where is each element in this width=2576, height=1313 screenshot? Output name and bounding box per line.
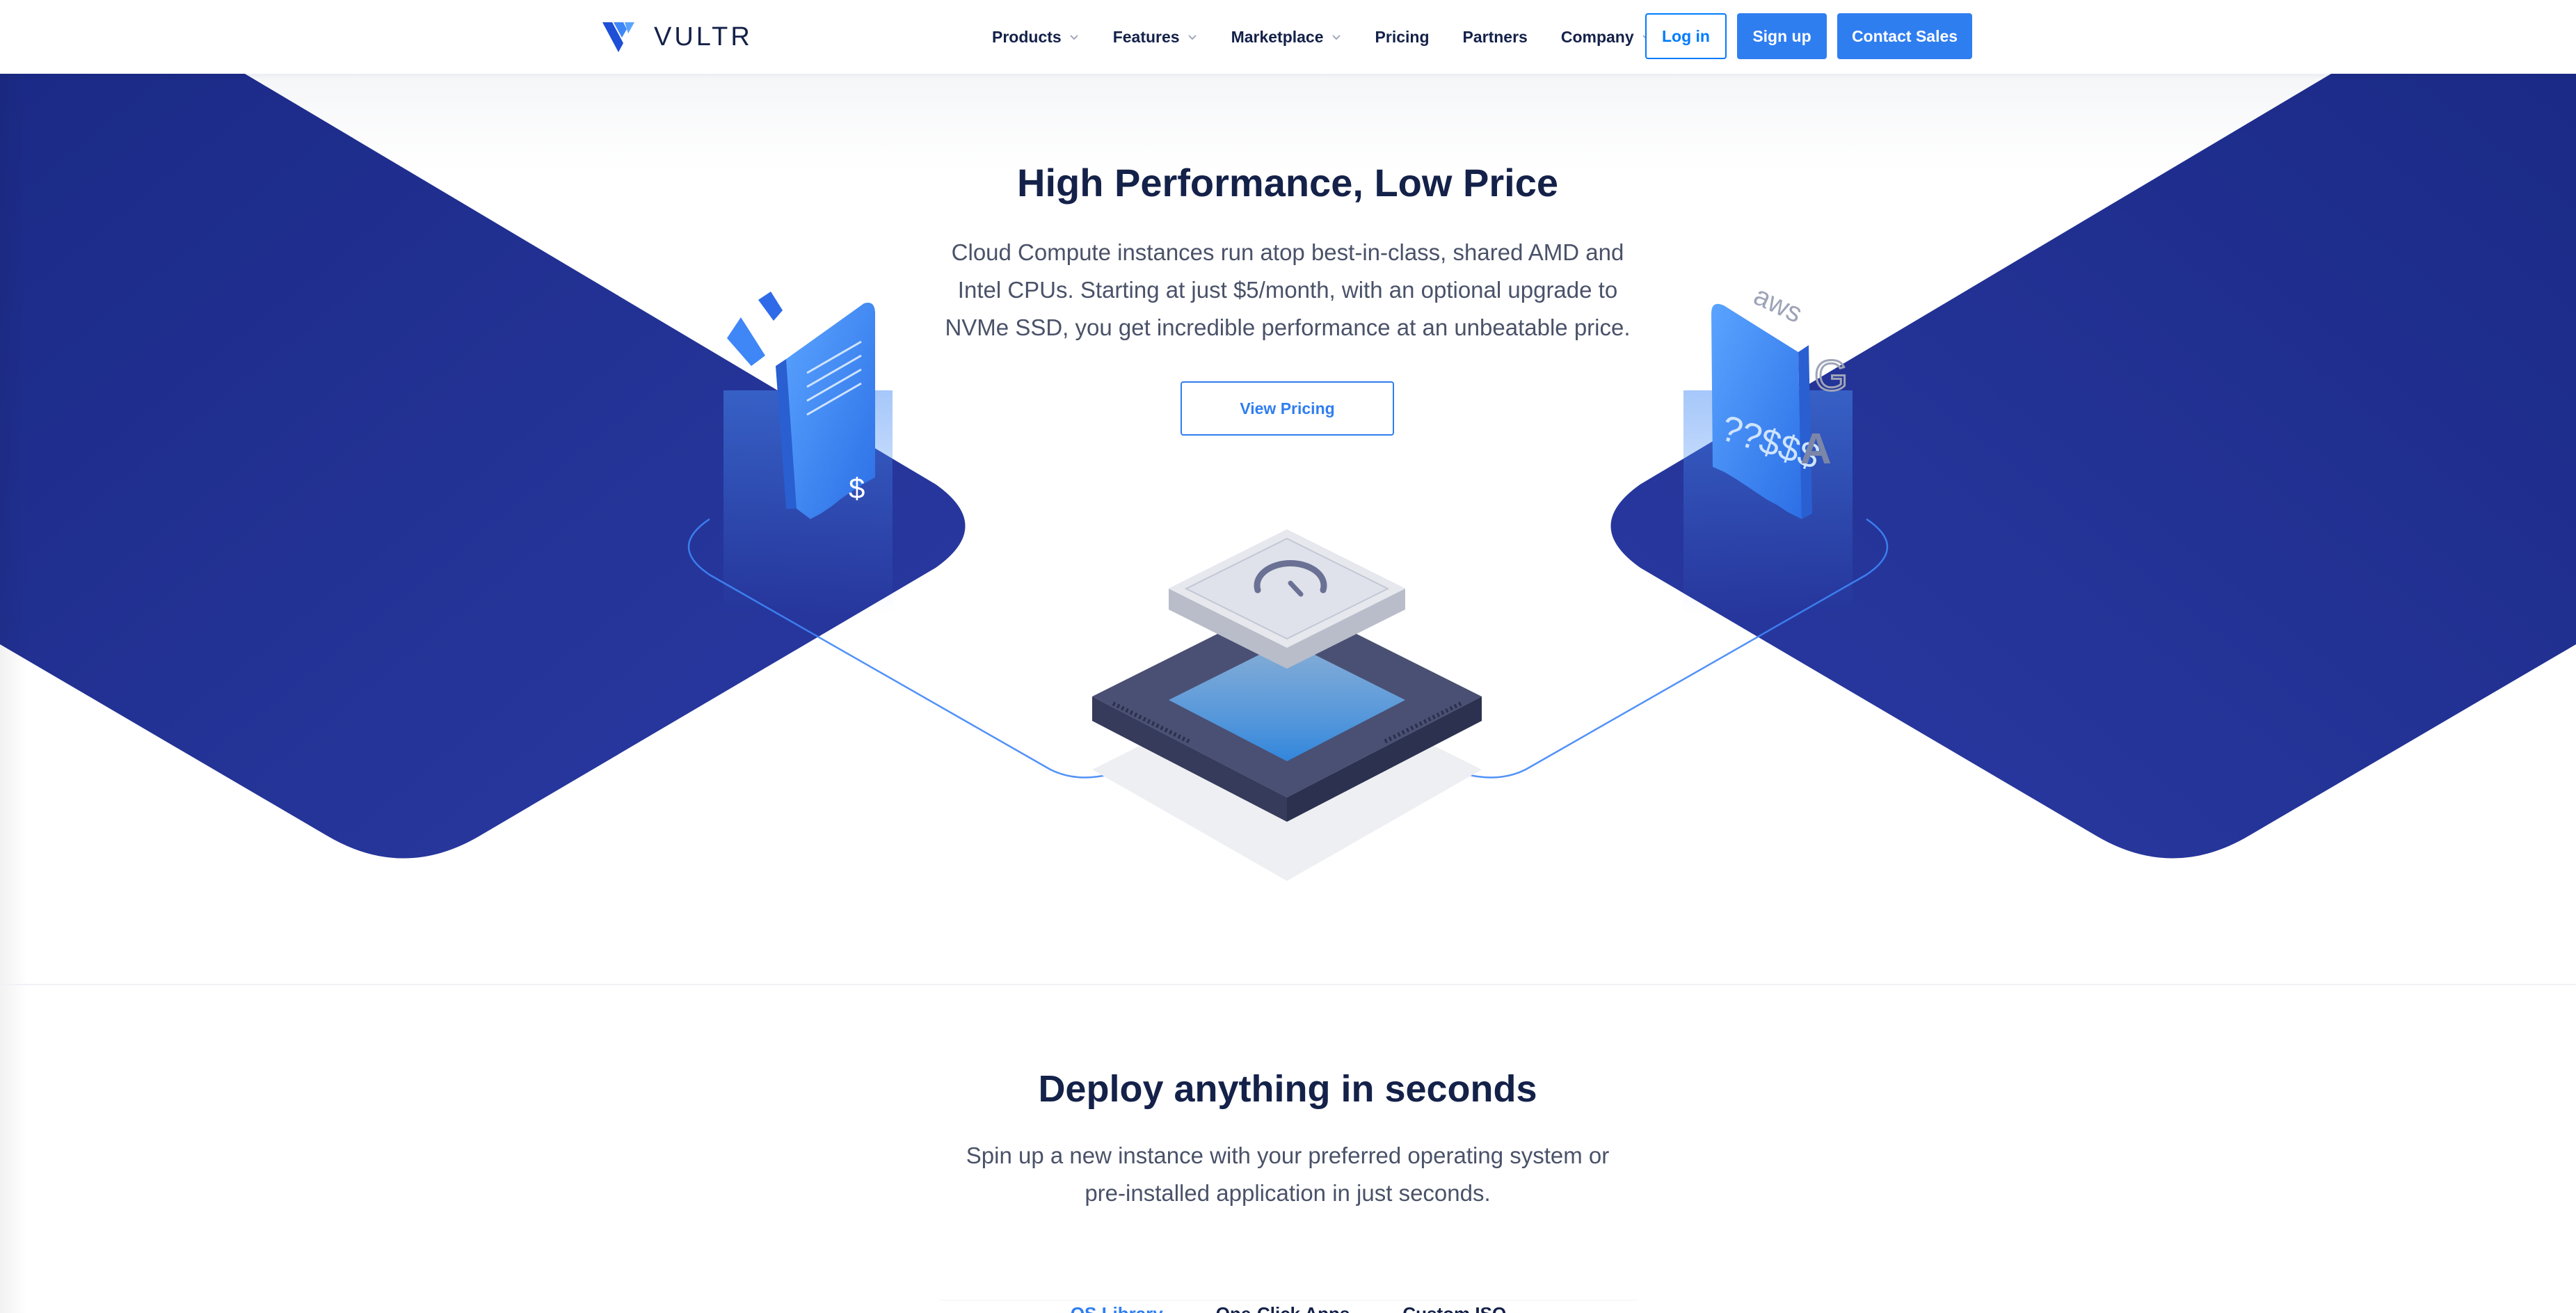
vultr-logo[interactable]: VULTR [602, 19, 753, 54]
vultr-receipt-icon: $ [723, 292, 893, 613]
brand-wordmark: VULTR [654, 22, 753, 51]
login-button[interactable]: Log in [1645, 13, 1727, 59]
competitor-receipts-icon: ??$$$ aws G A [1683, 280, 1853, 613]
menu-item-label: Marketplace [1231, 27, 1324, 46]
hero-title: High Performance, Low Price [1017, 161, 1558, 205]
deploy-description: Spin up a new instance with your preferr… [966, 1143, 1610, 1206]
hero-description: Cloud Compute instances run atop best-in… [945, 239, 1631, 340]
hero-illustration: $ ??$$$ aws G A [0, 74, 2576, 881]
vultr-logo-icon [602, 22, 634, 52]
aws-mark: aws [1749, 280, 1807, 329]
menu-item-marketplace[interactable]: Marketplace [1231, 28, 1342, 47]
menu-item-label: Pricing [1375, 27, 1430, 46]
top-navigation: VULTR Products Features Marketplace Pric… [0, 0, 2576, 74]
menu-item-label: Partners [1462, 27, 1528, 46]
menu-item-partners[interactable]: Partners [1463, 28, 1528, 47]
tab-os-library[interactable]: OS Library [1071, 1300, 1163, 1313]
menu-item-label: Features [1112, 27, 1180, 46]
chevron-down-icon [1331, 35, 1341, 40]
menu-item-products[interactable]: Products [992, 28, 1080, 47]
left-receipt-dollar: $ [849, 472, 865, 504]
hero-section: $ ??$$$ aws G A High Performance, Low Pr… [0, 74, 2576, 985]
view-pricing-button[interactable]: View Pricing [1181, 381, 1394, 436]
main-menu: Products Features Marketplace Pricing Pa… [992, 0, 1686, 74]
cpu-chip-icon [1092, 530, 1482, 881]
google-mark: G [1814, 352, 1848, 400]
signup-button[interactable]: Sign up [1737, 13, 1827, 59]
page-edge-shadow [0, 74, 28, 1313]
menu-item-label: Company [1560, 27, 1634, 46]
azure-mark: A [1800, 425, 1832, 473]
tab-one-click-apps[interactable]: One-Click Apps [1216, 1300, 1350, 1313]
chevron-down-icon [1187, 35, 1197, 40]
menu-item-company[interactable]: Company [1561, 28, 1652, 47]
menu-item-label: Products [992, 27, 1062, 46]
deploy-tabs: OS Library One-Click Apps Custom ISO [939, 1300, 1638, 1313]
contact-sales-button[interactable]: Contact Sales [1837, 13, 1972, 59]
menu-item-pricing[interactable]: Pricing [1375, 28, 1430, 47]
section-divider [0, 984, 2576, 985]
deploy-title: Deploy anything in seconds [1038, 1068, 1537, 1110]
menu-item-features[interactable]: Features [1113, 28, 1198, 47]
tab-custom-iso[interactable]: Custom ISO [1402, 1300, 1506, 1313]
chevron-down-icon [1070, 35, 1078, 40]
